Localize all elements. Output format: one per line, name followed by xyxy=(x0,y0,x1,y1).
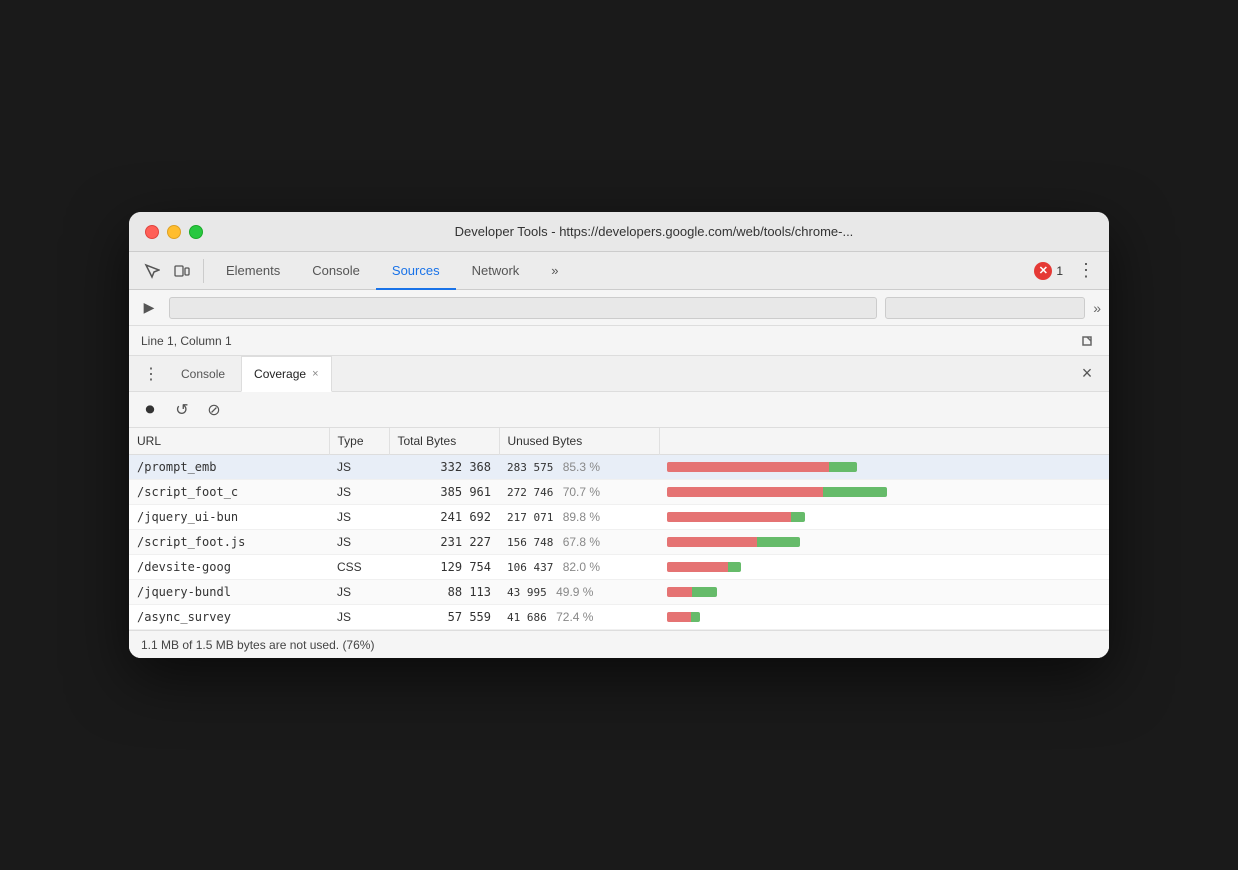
cell-type: JS xyxy=(329,455,389,480)
drawer-menu-icon[interactable]: ⋮ xyxy=(137,360,165,388)
unused-pct: 49.9 % xyxy=(556,585,593,599)
unused-pct: 72.4 % xyxy=(556,610,593,624)
secondary-toolbar: ▶ » xyxy=(129,290,1109,326)
file-path-input[interactable] xyxy=(169,297,877,319)
col-header-url: URL xyxy=(129,428,329,455)
coverage-table: URL Type Total Bytes Unused Bytes /promp… xyxy=(129,428,1109,630)
cell-url: /jquery_ui-bun xyxy=(129,505,329,530)
cell-unused: 41 686 72.4 % xyxy=(499,605,659,630)
cell-bar xyxy=(659,505,1109,530)
cell-type: JS xyxy=(329,480,389,505)
cursor-position: Line 1, Column 1 xyxy=(141,334,232,348)
devtools-tabs-bar: Elements Console Sources Network » ✕ 1 ⋮ xyxy=(129,252,1109,290)
drawer-tab-coverage[interactable]: Coverage × xyxy=(241,356,331,392)
cell-total: 88 113 xyxy=(389,580,499,605)
table-row[interactable]: /script_foot_c JS 385 961 272 746 70.7 % xyxy=(129,480,1109,505)
minimize-button[interactable] xyxy=(167,225,181,239)
more-options-icon[interactable]: ⋮ xyxy=(1071,256,1101,286)
cell-unused: 272 746 70.7 % xyxy=(499,480,659,505)
close-button[interactable] xyxy=(145,225,159,239)
tab-network[interactable]: Network xyxy=(456,252,536,290)
unused-pct: 82.0 % xyxy=(563,560,600,574)
table-row[interactable]: /script_foot.js JS 231 227 156 748 67.8 … xyxy=(129,530,1109,555)
cell-total: 241 692 xyxy=(389,505,499,530)
col-header-type: Type xyxy=(329,428,389,455)
cell-total: 332 368 xyxy=(389,455,499,480)
tab-more[interactable]: » xyxy=(535,252,574,290)
cell-type: JS xyxy=(329,580,389,605)
cell-total: 231 227 xyxy=(389,530,499,555)
cell-bar xyxy=(659,555,1109,580)
close-drawer-icon[interactable]: × xyxy=(1073,360,1101,388)
coverage-summary: 1.1 MB of 1.5 MB bytes are not used. (76… xyxy=(141,638,374,652)
unused-pct: 85.3 % xyxy=(563,460,600,474)
cell-unused: 217 071 89.8 % xyxy=(499,505,659,530)
cell-total: 385 961 xyxy=(389,480,499,505)
inspect-element-icon[interactable] xyxy=(137,256,167,286)
tab-divider xyxy=(203,259,204,283)
coverage-toolbar: ⏺ ↺ ⊘ xyxy=(129,392,1109,428)
tab-sources[interactable]: Sources xyxy=(376,252,456,290)
close-coverage-tab-icon[interactable]: × xyxy=(312,368,318,380)
cell-url: /script_foot_c xyxy=(129,480,329,505)
cell-url: /prompt_emb xyxy=(129,455,329,480)
tab-console[interactable]: Console xyxy=(296,252,376,290)
cell-type: JS xyxy=(329,530,389,555)
table-row[interactable]: /prompt_emb JS 332 368 283 575 85.3 % xyxy=(129,455,1109,480)
table-row[interactable]: /devsite-goog CSS 129 754 106 437 82.0 % xyxy=(129,555,1109,580)
cell-total: 129 754 xyxy=(389,555,499,580)
status-bar: Line 1, Column 1 xyxy=(129,326,1109,356)
device-toolbar-icon[interactable] xyxy=(167,256,197,286)
unused-pct: 89.8 % xyxy=(563,510,600,524)
drawer-header: ⋮ Console Coverage × × xyxy=(129,356,1109,392)
drawer-tab-console[interactable]: Console xyxy=(169,356,237,392)
cell-url: /devsite-goog xyxy=(129,555,329,580)
col-header-total: Total Bytes xyxy=(389,428,499,455)
cell-bar xyxy=(659,580,1109,605)
cell-type: CSS xyxy=(329,555,389,580)
cell-url: /jquery-bundl xyxy=(129,580,329,605)
error-count: 1 xyxy=(1056,264,1063,278)
cell-bar xyxy=(659,530,1109,555)
cell-unused: 283 575 85.3 % xyxy=(499,455,659,480)
col-header-unused: Unused Bytes xyxy=(499,428,659,455)
error-icon: ✕ xyxy=(1034,262,1052,280)
reload-button[interactable]: ↺ xyxy=(169,397,195,423)
traffic-lights xyxy=(145,225,203,239)
clear-button[interactable]: ⊘ xyxy=(201,397,227,423)
cell-url: /async_survey xyxy=(129,605,329,630)
cell-url: /script_foot.js xyxy=(129,530,329,555)
expand-icon[interactable]: » xyxy=(1093,300,1101,316)
table-row[interactable]: /async_survey JS 57 559 41 686 72.4 % xyxy=(129,605,1109,630)
cell-unused: 156 748 67.8 % xyxy=(499,530,659,555)
cell-bar xyxy=(659,605,1109,630)
cell-bar xyxy=(659,480,1109,505)
table-row[interactable]: /jquery-bundl JS 88 113 43 995 49.9 % xyxy=(129,580,1109,605)
play-icon[interactable]: ▶ xyxy=(137,296,161,320)
title-bar: Developer Tools - https://developers.goo… xyxy=(129,212,1109,252)
cell-total: 57 559 xyxy=(389,605,499,630)
devtools-window: Developer Tools - https://developers.goo… xyxy=(129,212,1109,658)
resize-icon[interactable] xyxy=(1077,331,1097,351)
record-button[interactable]: ⏺ xyxy=(137,397,163,423)
unused-pct: 70.7 % xyxy=(563,485,600,499)
cell-unused: 106 437 82.0 % xyxy=(499,555,659,580)
window-title: Developer Tools - https://developers.goo… xyxy=(215,224,1093,239)
cell-bar xyxy=(659,455,1109,480)
cell-type: JS xyxy=(329,605,389,630)
search-input[interactable] xyxy=(885,297,1085,319)
cell-unused: 43 995 49.9 % xyxy=(499,580,659,605)
coverage-footer: 1.1 MB of 1.5 MB bytes are not used. (76… xyxy=(129,630,1109,658)
cell-type: JS xyxy=(329,505,389,530)
unused-pct: 67.8 % xyxy=(563,535,600,549)
col-header-bar xyxy=(659,428,1109,455)
tab-elements[interactable]: Elements xyxy=(210,252,296,290)
tabs-right-actions: ✕ 1 ⋮ xyxy=(1034,256,1101,286)
coverage-panel: ⋮ Console Coverage × × ⏺ ↺ ⊘ URL Type To… xyxy=(129,356,1109,658)
error-badge[interactable]: ✕ 1 xyxy=(1034,262,1063,280)
maximize-button[interactable] xyxy=(189,225,203,239)
table-row[interactable]: /jquery_ui-bun JS 241 692 217 071 89.8 % xyxy=(129,505,1109,530)
